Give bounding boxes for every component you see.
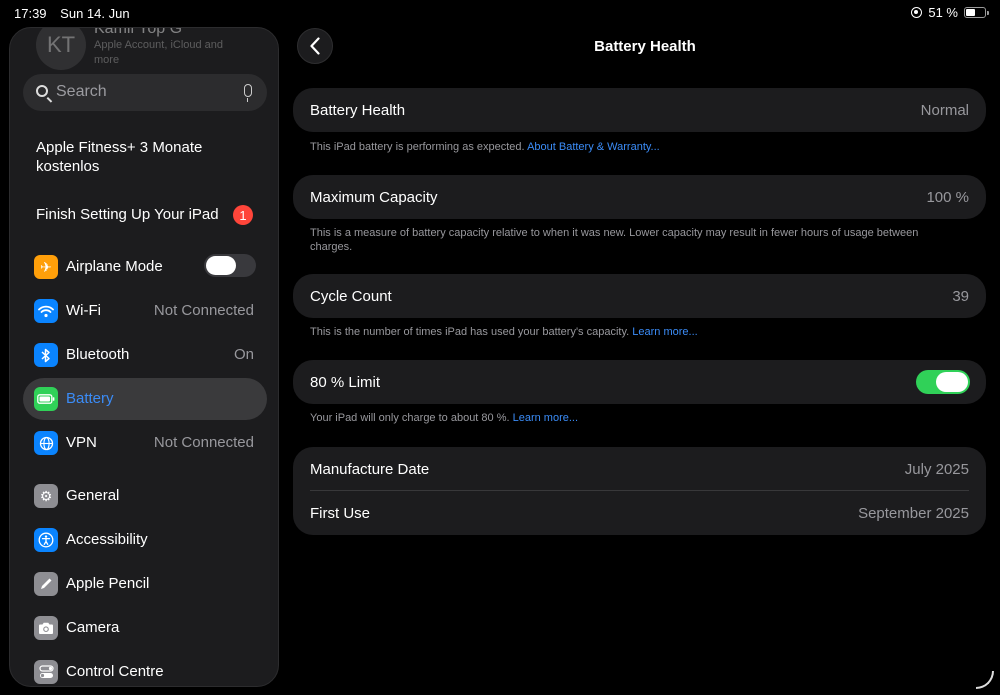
control-centre-icon xyxy=(34,660,58,684)
account-subtitle: Apple Account, iCloud and more xyxy=(94,39,224,66)
charge-limit-toggle[interactable] xyxy=(916,370,970,394)
first-use-row: First Use September 2025 xyxy=(293,491,986,535)
max-capacity-footer: This is a measure of battery capacity re… xyxy=(310,227,919,253)
finish-setup-item[interactable]: Finish Setting Up Your iPad xyxy=(36,206,219,223)
microphone-icon[interactable] xyxy=(244,84,252,102)
learn-more-link[interactable]: Learn more... xyxy=(513,412,578,424)
sidebar-item-label: Wi-Fi xyxy=(66,302,101,319)
battery-health-footer: This iPad battery is performing as expec… xyxy=(310,140,930,154)
sidebar-item-label: Bluetooth xyxy=(66,346,130,363)
sidebar-item-camera[interactable]: Camera xyxy=(23,607,267,649)
charge-limit-row: 80 % Limit xyxy=(293,360,986,404)
footer-text: This iPad battery is performing as expec… xyxy=(310,141,528,153)
pencil-icon xyxy=(34,572,58,596)
max-capacity-card: Maximum Capacity 100 % xyxy=(293,175,986,219)
cycle-count-value: 39 xyxy=(952,288,969,305)
battery-level-fill xyxy=(966,9,975,16)
search-field[interactable]: Search xyxy=(23,74,267,111)
resize-corner-icon[interactable] xyxy=(976,671,994,689)
learn-more-link[interactable]: Learn more... xyxy=(632,326,697,338)
gear-icon: ⚙ xyxy=(34,484,58,508)
sidebar-item-accessibility[interactable]: Accessibility xyxy=(23,519,267,561)
first-use-value: September 2025 xyxy=(858,505,969,522)
cycle-count-row: Cycle Count 39 xyxy=(293,274,986,318)
status-bar: 17:39 Sun 14. Jun 51 % xyxy=(0,0,1000,26)
battery-health-row: Battery Health Normal xyxy=(293,88,986,132)
navigation-bar: Battery Health xyxy=(290,26,1000,66)
accessibility-icon xyxy=(34,528,58,552)
camera-icon xyxy=(34,616,58,640)
max-capacity-label: Maximum Capacity xyxy=(310,189,438,206)
bluetooth-icon xyxy=(34,343,58,367)
fitness-promo[interactable]: Apple Fitness+ 3 Monate kostenlos xyxy=(36,138,246,176)
cycle-count-footer: This is the number of times iPad has use… xyxy=(310,325,930,339)
airplane-mode-toggle[interactable] xyxy=(204,254,256,277)
manufacture-date-row: Manufacture Date July 2025 xyxy=(293,447,986,491)
sidebar-item-label: Control Centre xyxy=(66,663,164,680)
status-bar-right: 51 % xyxy=(911,5,989,20)
status-time: 17:39 xyxy=(14,6,47,21)
battery-health-card: Battery Health Normal xyxy=(293,88,986,132)
sidebar-item-value: Not Connected xyxy=(153,434,254,451)
toggle-knob xyxy=(936,372,968,392)
battery-icon xyxy=(34,387,58,411)
battery-health-label: Battery Health xyxy=(310,102,406,119)
about-battery-link[interactable]: About Battery & Warranty... xyxy=(527,141,660,153)
sidebar-item-label: Accessibility xyxy=(66,531,148,548)
sidebar-item-wifi[interactable]: Wi-Fi Not Connected xyxy=(23,290,267,332)
toggle-knob xyxy=(206,256,236,275)
charge-limit-footer: Your iPad will only charge to about 80 %… xyxy=(310,411,930,425)
sidebar-item-general[interactable]: ⚙ General xyxy=(23,475,267,517)
search-icon xyxy=(36,85,48,97)
sidebar-item-label: Battery xyxy=(66,390,114,407)
battery-status-icon xyxy=(964,7,989,18)
sidebar-item-bluetooth[interactable]: Bluetooth On xyxy=(23,334,267,376)
sidebar-item-apple-pencil[interactable]: Apple Pencil xyxy=(23,563,267,605)
vpn-globe-icon xyxy=(34,431,58,455)
max-capacity-value: 100 % xyxy=(926,189,969,206)
dates-card: Manufacture Date July 2025 First Use Sep… xyxy=(293,447,986,535)
cycle-count-card: Cycle Count 39 xyxy=(293,274,986,318)
first-use-label: First Use xyxy=(310,505,370,522)
sidebar-item-vpn[interactable]: VPN Not Connected xyxy=(23,422,267,464)
search-placeholder: Search xyxy=(56,83,107,100)
wifi-icon xyxy=(34,299,58,323)
sidebar-item-label: Camera xyxy=(66,619,120,636)
settings-sidebar: KT Kamil Yop G Apple Account, iCloud and… xyxy=(9,27,279,687)
charge-limit-label: 80 % Limit xyxy=(310,374,381,391)
status-bar-left: 17:39 Sun 14. Jun xyxy=(14,6,130,21)
sidebar-item-value: On xyxy=(233,346,254,363)
orientation-lock-icon xyxy=(911,7,923,18)
notification-badge: 1 xyxy=(233,205,253,225)
airplane-icon: ✈ xyxy=(34,255,58,279)
battery-percent: 51 % xyxy=(928,5,958,20)
battery-health-value: Normal xyxy=(920,102,969,119)
footer-text: Your iPad will only charge to about 80 %… xyxy=(310,412,513,424)
charge-limit-card: 80 % Limit xyxy=(293,360,986,404)
avatar: KT xyxy=(36,28,86,70)
cycle-count-label: Cycle Count xyxy=(310,288,392,305)
account-name: Kamil Yop G xyxy=(94,27,183,37)
page-title: Battery Health xyxy=(594,38,696,55)
manufacture-date-label: Manufacture Date xyxy=(310,461,430,478)
sidebar-item-battery[interactable]: Battery xyxy=(23,378,267,420)
sidebar-item-label: Airplane Mode xyxy=(66,258,163,275)
sidebar-item-label: VPN xyxy=(66,434,97,451)
sidebar-item-airplane-mode[interactable]: ✈ Airplane Mode xyxy=(23,246,267,288)
sidebar-item-label: Apple Pencil xyxy=(66,575,150,592)
status-date: Sun 14. Jun xyxy=(60,6,130,21)
sidebar-item-value: Not Connected xyxy=(153,302,254,319)
sidebar-item-control-centre[interactable]: Control Centre xyxy=(23,651,267,686)
footer-text: This is the number of times iPad has use… xyxy=(310,326,633,338)
max-capacity-row: Maximum Capacity 100 % xyxy=(293,175,986,219)
manufacture-date-value: July 2025 xyxy=(904,461,969,478)
sidebar-item-label: General xyxy=(66,487,120,504)
